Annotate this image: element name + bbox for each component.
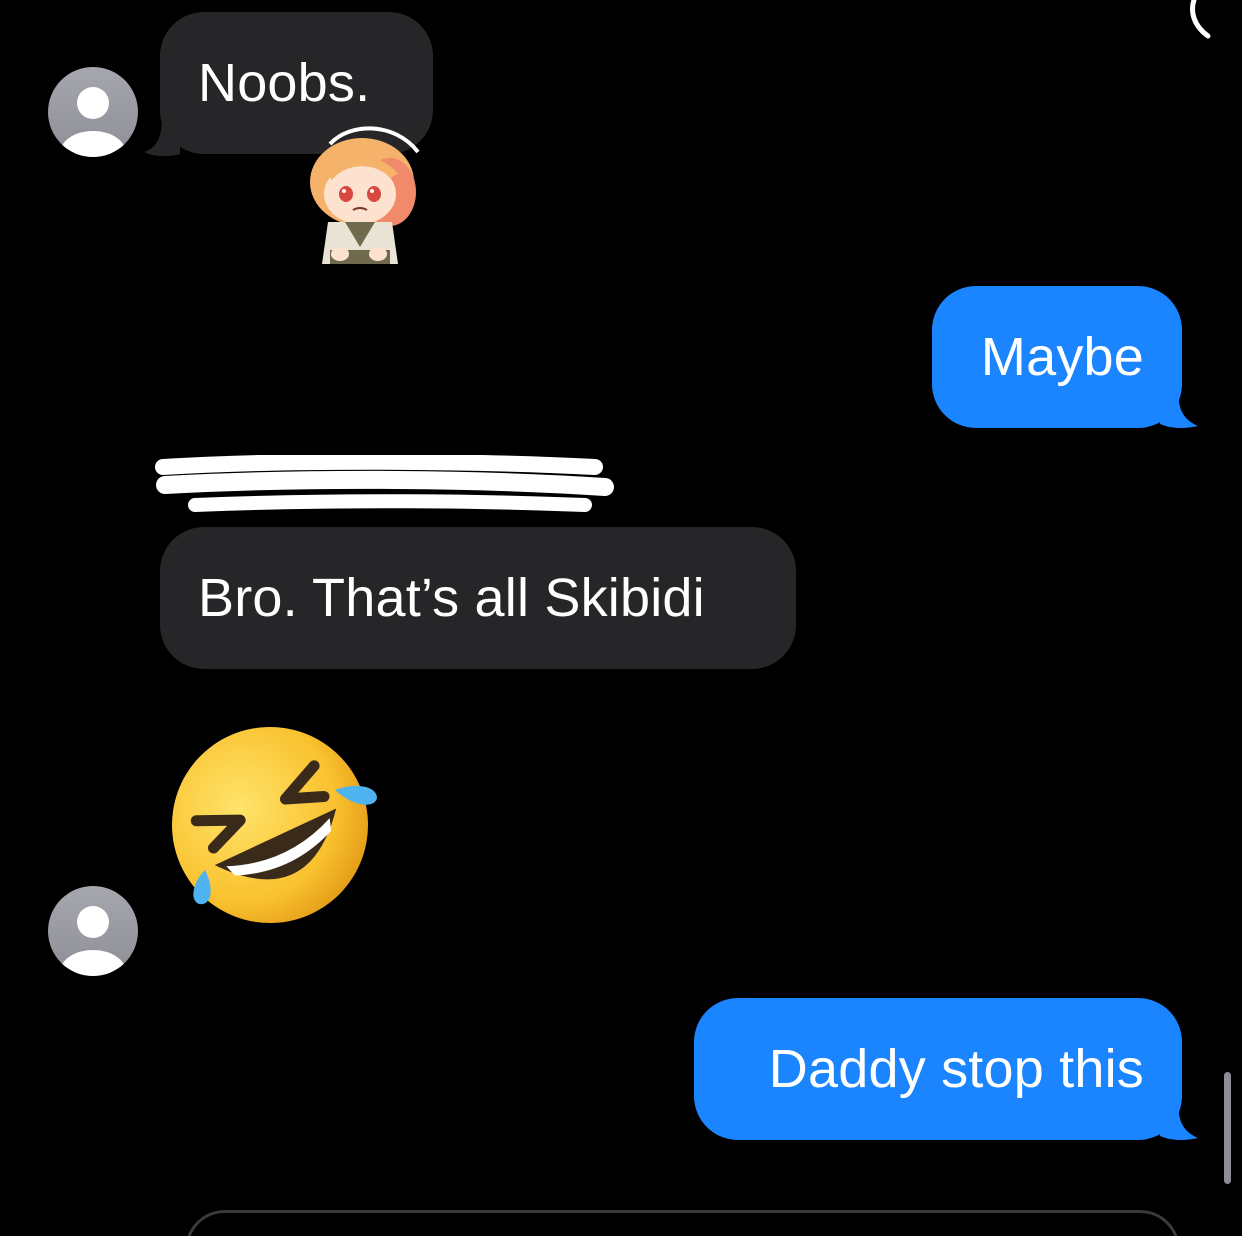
message-bubble-outgoing[interactable]: Daddy stop this <box>694 998 1182 1140</box>
scrollbar-thumb[interactable] <box>1224 1072 1231 1184</box>
messages-screen: Noobs. Maybe Bro. That’s all Skibidi Dad… <box>0 0 1242 1236</box>
contact-avatar[interactable] <box>48 886 138 976</box>
back-chevron-icon[interactable] <box>1180 0 1220 45</box>
message-bubble-outgoing[interactable]: Maybe <box>932 286 1182 428</box>
rofl-emoji[interactable] <box>165 720 380 930</box>
person-icon <box>60 906 126 976</box>
anime-chibi-sticker[interactable] <box>300 122 425 267</box>
redacted-sender-name <box>155 455 614 512</box>
message-bubble-incoming[interactable]: Bro. That’s all Skibidi <box>160 527 796 669</box>
person-icon <box>60 87 126 157</box>
contact-avatar[interactable] <box>48 67 138 157</box>
message-input-field[interactable] <box>185 1210 1180 1236</box>
